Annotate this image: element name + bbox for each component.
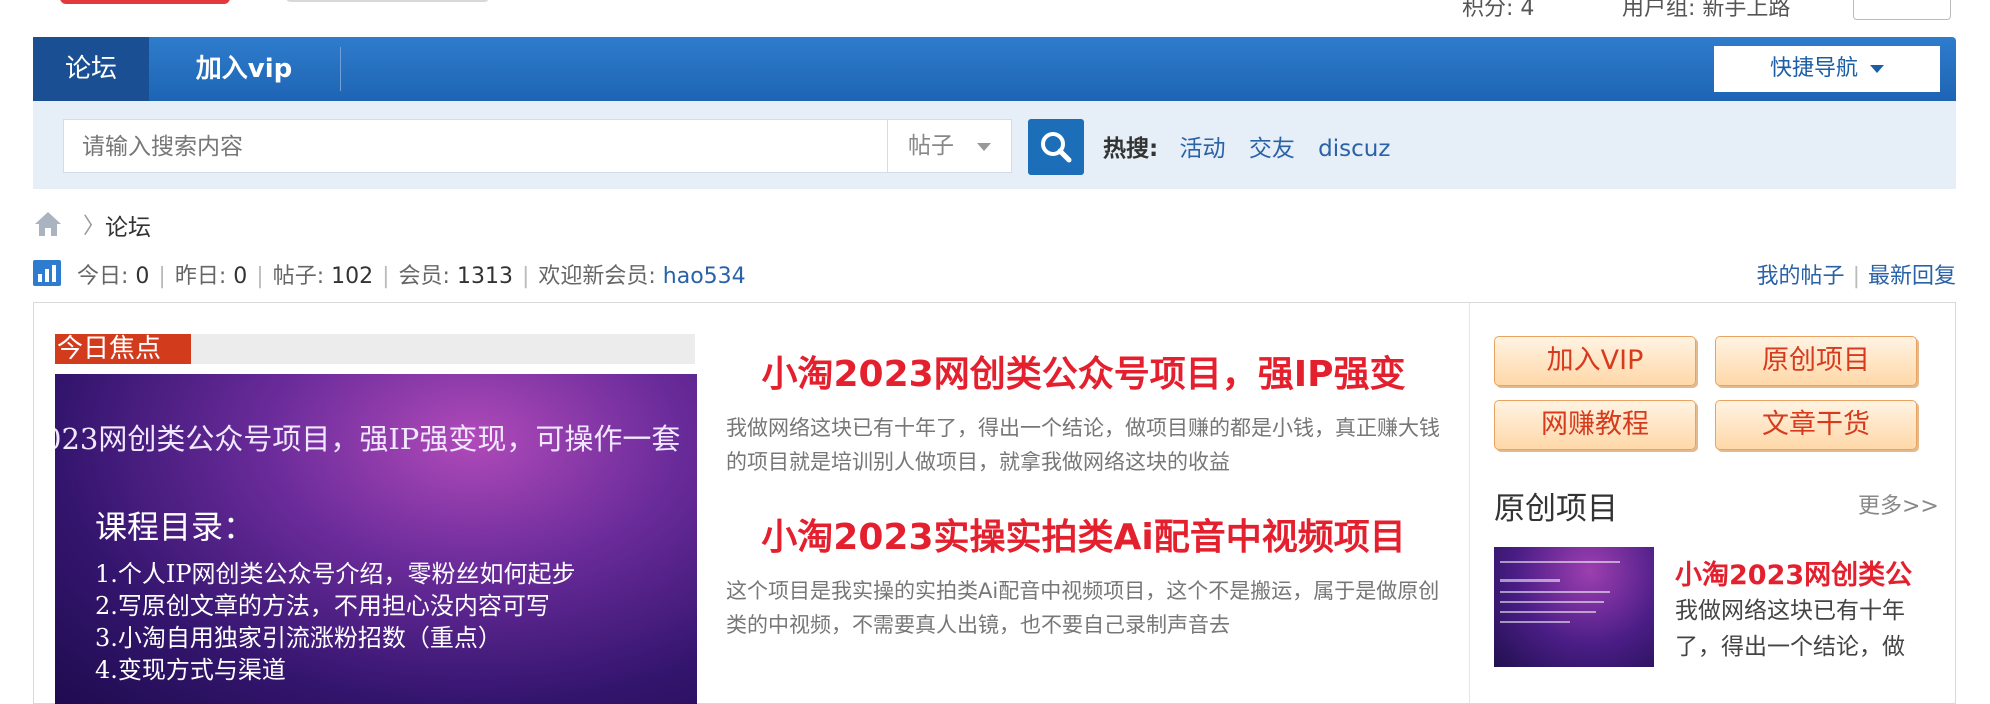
search-type-select[interactable]: 帖子 (887, 119, 1012, 173)
stats-summary: 今日: 0 | 昨日: 0 | 帖子: 102 | 会员: 1313 | 欢迎新会员: hao5… (77, 264, 746, 289)
posts-value: 102 (331, 264, 374, 289)
focus-panel: 今日焦点 023网创类公众号项目，强IP强变现，可操作一套 课程目录： 1.个人… (33, 302, 1956, 704)
new-member-link[interactable]: hao534 (663, 264, 746, 289)
yesterday-value: 0 (233, 264, 248, 289)
section-title: 原创项目 (1494, 491, 1618, 527)
hot-search-link[interactable]: discuz (1318, 136, 1390, 162)
search-input[interactable] (64, 120, 724, 174)
earning-tutorials-button[interactable]: 网赚教程 (1494, 400, 1696, 450)
focus-header: 今日焦点 (55, 334, 695, 364)
members-label: 会员: (398, 264, 450, 289)
yesterday-label: 昨日: (174, 264, 227, 289)
slide-text: 课程目录： (95, 508, 256, 546)
latest-replies-link[interactable]: 最新回复 (1868, 264, 1956, 289)
focus-post: 小淘2023网创类公众号项目，强IP强变 我做网络这块已有十年了，得出一个结论，… (726, 345, 1441, 479)
slide-text: 4.变现方式与渠道 (95, 656, 286, 684)
chevron-down-icon (1870, 65, 1884, 73)
focus-post-title[interactable]: 小淘2023网创类公众号项目，强IP强变 (726, 345, 1441, 397)
hot-searches: 热搜: 活动 交友 discuz (1103, 129, 1406, 163)
item-excerpt: 我做网络这块已有十年了，得出一个结论，做 (1675, 598, 1905, 660)
stats-chart-icon (33, 260, 61, 286)
slide-text: 1.个人IP网创类公众号介绍，零粉丝如何起步 (95, 560, 576, 588)
quick-nav-button[interactable]: 快捷导航 (1714, 46, 1940, 92)
top-search-box[interactable] (1853, 0, 1951, 20)
search-field-wrap (63, 119, 889, 174)
members-value: 1313 (456, 264, 513, 289)
search-button[interactable] (1028, 119, 1084, 175)
stats-links: 我的帖子 | 最新回复 (1756, 264, 1956, 289)
focus-tag: 今日焦点 (55, 334, 191, 364)
articles-button[interactable]: 文章干货 (1715, 400, 1917, 450)
slide-text: 3.小淘自用独家引流涨粉招数（重点） (95, 624, 502, 652)
chevron-down-icon (977, 143, 991, 151)
focus-post-excerpt: 我做网络这块已有十年了，得出一个结论，做项目赚的都是小钱，真正赚大钱的项目就是培… (726, 416, 1440, 474)
item-thumbnail[interactable] (1494, 547, 1654, 667)
main-nav: 论坛 加入vip 快捷导航 (33, 37, 1956, 101)
nav-tab-forum[interactable]: 论坛 (33, 37, 149, 101)
nav-tab-join-vip[interactable]: 加入vip (149, 37, 339, 101)
today-label: 今日: (77, 264, 129, 289)
search-band: 帖子 热搜: 活动 交友 discuz (33, 101, 1956, 189)
nav-tab-join-vip-label: 加入vip (195, 54, 293, 84)
forum-stats: 今日: 0 | 昨日: 0 | 帖子: 102 | 会员: 1313 | 欢迎新会员: hao5… (33, 258, 1956, 289)
top-bar: 积分: 4 用户组: 新手上路 (0, 0, 1990, 28)
original-projects-button[interactable]: 原创项目 (1715, 336, 1917, 386)
focus-post-title[interactable]: 小淘2023实操实拍类Ai配音中视频项目 (726, 508, 1441, 560)
home-icon[interactable] (33, 210, 63, 238)
hot-search-label: 热搜: (1103, 136, 1159, 162)
hot-search-link[interactable]: 活动 (1180, 136, 1226, 162)
focus-post-excerpt: 这个项目是我实操的实拍类Ai配音中视频项目，这个不是搬运，属于是做原创类的中视频… (726, 579, 1440, 637)
today-value: 0 (135, 264, 150, 289)
slide-text: 2.写原创文章的方法，不用担心没内容可写 (95, 592, 550, 620)
posts-label: 帖子: (272, 264, 325, 289)
site-logo-domain (285, 0, 490, 2)
breadcrumb-separator: 〉 (83, 214, 106, 239)
slide-text: 023网创类公众号项目，强IP强变现，可操作一套 (55, 422, 681, 456)
more-link[interactable]: 更多>> (1858, 488, 1939, 520)
right-column: 加入VIP 原创项目 网赚教程 文章干货 原创项目 更多>> 小淘2023网创类… (1469, 303, 1956, 703)
focus-slide-image[interactable]: 023网创类公众号项目，强IP强变现，可操作一套 课程目录： 1.个人IP网创类… (55, 374, 697, 704)
search-type-value: 帖子 (908, 133, 954, 159)
points-menu[interactable]: 积分: 4 (1462, 0, 1534, 22)
join-vip-button[interactable]: 加入VIP (1494, 336, 1696, 386)
breadcrumb-current[interactable]: 论坛 (105, 208, 151, 242)
search-icon (1041, 132, 1072, 163)
item-title-link[interactable]: 小淘2023网创类公 (1675, 553, 1915, 592)
site-logo[interactable] (60, 0, 230, 4)
quick-nav-label: 快捷导航 (1769, 56, 1858, 81)
focus-post: 小淘2023实操实拍类Ai配音中视频项目 这个项目是我实操的实拍类Ai配音中视频… (726, 508, 1441, 642)
my-posts-link[interactable]: 我的帖子 (1757, 264, 1845, 289)
hot-search-link[interactable]: 交友 (1249, 136, 1295, 162)
nav-divider (340, 47, 341, 91)
usergroup-menu[interactable]: 用户组: 新手上路 (1622, 0, 1790, 22)
welcome-label: 欢迎新会员: (538, 264, 656, 289)
